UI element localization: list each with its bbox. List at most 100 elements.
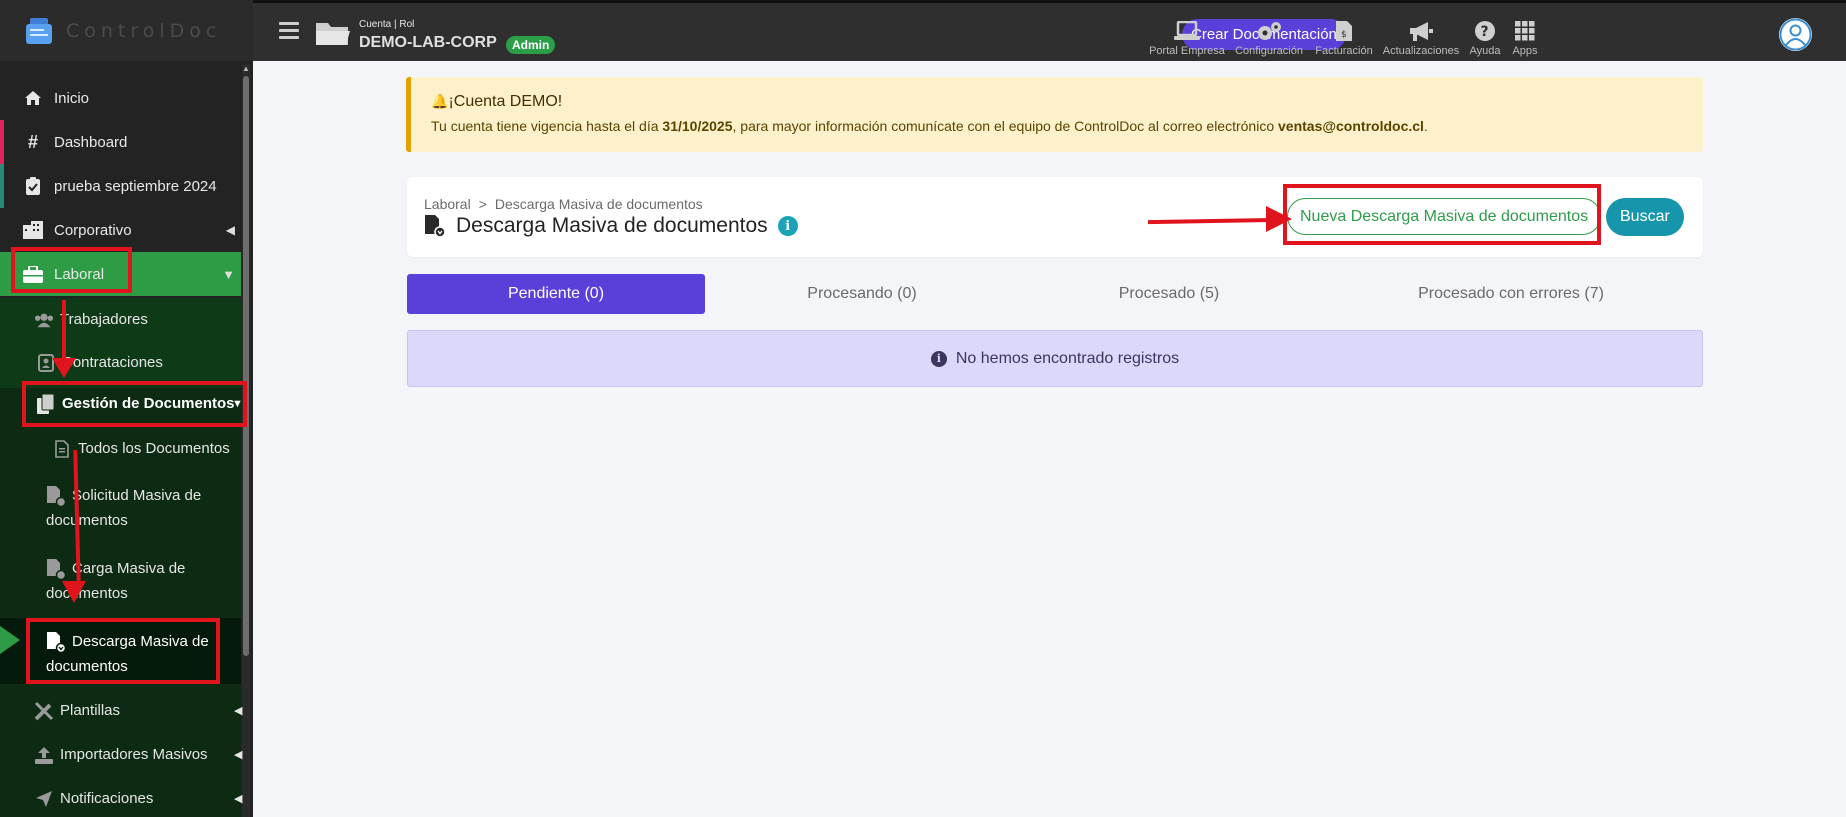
sidebar-item-label: prueba septiembre 2024 [54,177,217,195]
annotation-arrow-head-3 [1266,206,1292,232]
tab-procesado[interactable]: Procesado (5) [1019,274,1319,314]
briefcase-icon [22,263,44,285]
sidebar-item-plantillas[interactable]: Plantillas ◀ [34,698,253,724]
paper-plane-icon [34,789,54,809]
upload-icon [34,745,54,765]
empty-state-text: No hemos encontrado registros [955,349,1180,367]
sidebar-item-label: Notificaciones [60,790,154,807]
tab-pendiente[interactable]: Pendiente (0) [407,274,705,314]
info-icon: i [930,350,947,367]
hashtag-icon: # [27,131,38,152]
user-avatar-icon[interactable] [1779,18,1812,51]
documents-icon [36,394,56,415]
topbar-item-label: Configuración [1235,45,1303,57]
sidebar-item-solicitud-masiva[interactable]: Solicitud Masiva de documentos [46,483,226,533]
sidebar-item-label: Laboral [54,265,105,283]
building-icon [22,219,44,241]
active-indicator [0,626,20,654]
search-button[interactable]: Buscar [1606,198,1684,236]
sidebar-item-label: Descarga Masiva de documentos [46,633,209,675]
sidebar-header: ControlDoc [0,0,253,61]
info-icon[interactable]: i [777,216,798,236]
tab-procesando[interactable]: Procesando (0) [712,274,1012,314]
topbar-actualizaciones[interactable]: Actualizaciones [1381,19,1461,57]
users-icon [34,310,54,330]
sidebar-item-notificaciones[interactable]: Notificaciones ◀ [34,786,253,812]
breadcrumb: Laboral > Descarga Masiva de documentos [424,196,703,212]
topbar-item-label: Portal Empresa [1149,45,1225,57]
alert-expiry-date: 31/10/2025 [662,118,733,134]
topbar-item-label: Facturación [1315,45,1373,57]
sidebar-item-inicio[interactable]: Inicio [0,76,241,120]
app-logo-icon [26,16,54,46]
account-role-label: Cuenta | Rol [359,19,415,30]
sidebar-item-trabajadores[interactable]: Trabajadores [34,307,253,333]
topbar-ayuda[interactable]: ? Ayuda [1466,19,1504,57]
topbar-item-label: Apps [1512,45,1538,57]
topbar-item-label: Actualizaciones [1382,45,1460,57]
chevron-left-icon: ◀ [234,793,243,805]
svg-text:?: ? [1481,24,1489,40]
app-name: ControlDoc [66,19,222,42]
file-download-icon [46,632,66,654]
tab-procesado-errores[interactable]: Procesado con errores (7) [1319,274,1703,314]
alert-text-after: . [1423,118,1428,134]
clipboard-check-icon [22,175,44,197]
sidebar-item-corporativo[interactable]: Corporativo ◀ [0,208,241,252]
role-badge: Admin [506,36,556,54]
sidebar-item-todos-documentos[interactable]: Todos los Documentos [52,436,253,462]
chevron-left-icon: ◀ [234,749,243,761]
sidebar-item-gestion-documentos[interactable]: Gestión de Documentos ▼ [36,391,253,417]
account-name[interactable]: DEMO-LAB-CORP [359,34,497,52]
alert-text-before: Tu cuenta tiene vigencia hasta el día [431,118,663,134]
new-bulk-download-button[interactable]: Nueva Descarga Masiva de documentos [1287,198,1602,235]
page-header-card: Laboral > Descarga Masiva de documentos De… [407,177,1703,257]
annotation-arrow-head-2 [62,581,86,603]
sidebar-item-importadores[interactable]: Importadores Masivos ◀ [34,742,253,768]
breadcrumb-separator: > [478,196,487,212]
tools-icon [34,701,54,721]
invoice-icon: $ [1311,19,1377,43]
sidebar-item-prueba[interactable]: prueba septiembre 2024 [0,164,241,208]
topbar-configuracion[interactable]: Configuración [1232,19,1306,57]
topbar-apps[interactable]: Apps [1509,19,1541,57]
file-request-icon [46,486,66,508]
grid-icon [1509,19,1541,43]
sidebar-item-label: Dashboard [54,133,128,151]
chevron-left-icon: ◀ [225,223,235,237]
gears-icon [1232,19,1306,43]
sidebar-item-label: Contrataciones [62,354,163,371]
topbar-facturacion[interactable]: $ Facturación [1311,19,1377,57]
svg-text:$: $ [1341,30,1347,40]
breadcrumb-item[interactable]: Laboral [424,196,471,212]
alert-title-text: ¡Cuenta DEMO! [448,93,563,110]
status-tabs: Pendiente (0) Procesando (0) Procesado (… [407,274,1703,314]
folder-icon [315,19,351,47]
laptop-icon [1147,19,1227,43]
breadcrumb-item: Descarga Masiva de documentos [494,196,703,212]
chevron-down-icon: ▼ [232,398,243,410]
sidebar-item-label: Inicio [54,89,90,107]
megaphone-icon [1381,19,1461,43]
sidebar: ControlDoc ▲ Inicio # Dashboard prueba s… [0,0,253,817]
sidebar-item-dashboard[interactable]: # Dashboard [0,120,241,164]
topbar-portal-empresa[interactable]: Portal Empresa [1147,19,1227,57]
sidebar-item-label: Trabajadores [60,311,148,328]
sidebar-item-label: Gestión de Documentos [62,395,235,412]
empty-state-message: i No hemos encontrado registros [407,330,1703,387]
annotation-arrow-line-1 [62,300,66,365]
file-icon [52,439,72,459]
file-download-icon [424,214,446,238]
sidebar-item-descarga-masiva[interactable]: Descarga Masiva de documentos [46,629,216,679]
help-icon: ? [1466,19,1504,43]
menu-toggle-icon[interactable] [279,22,299,40]
sidebar-item-label: Solicitud Masiva de documentos [46,487,202,529]
alert-text-middle: , para mayor información comunícate con … [732,118,1279,134]
sidebar-item-laboral[interactable]: Laboral ▼ [0,252,241,296]
page-title: Descarga Masiva de documentos i [424,214,798,238]
alert-title: 🔔¡Cuenta DEMO! [431,93,562,111]
page-title-text: Descarga Masiva de documentos [456,214,768,237]
sidebar-item-label: Todos los Documentos [78,440,230,457]
alert-message: Tu cuenta tiene vigencia hasta el día 31… [431,118,1428,134]
scroll-up-icon[interactable]: ▲ [242,64,250,74]
